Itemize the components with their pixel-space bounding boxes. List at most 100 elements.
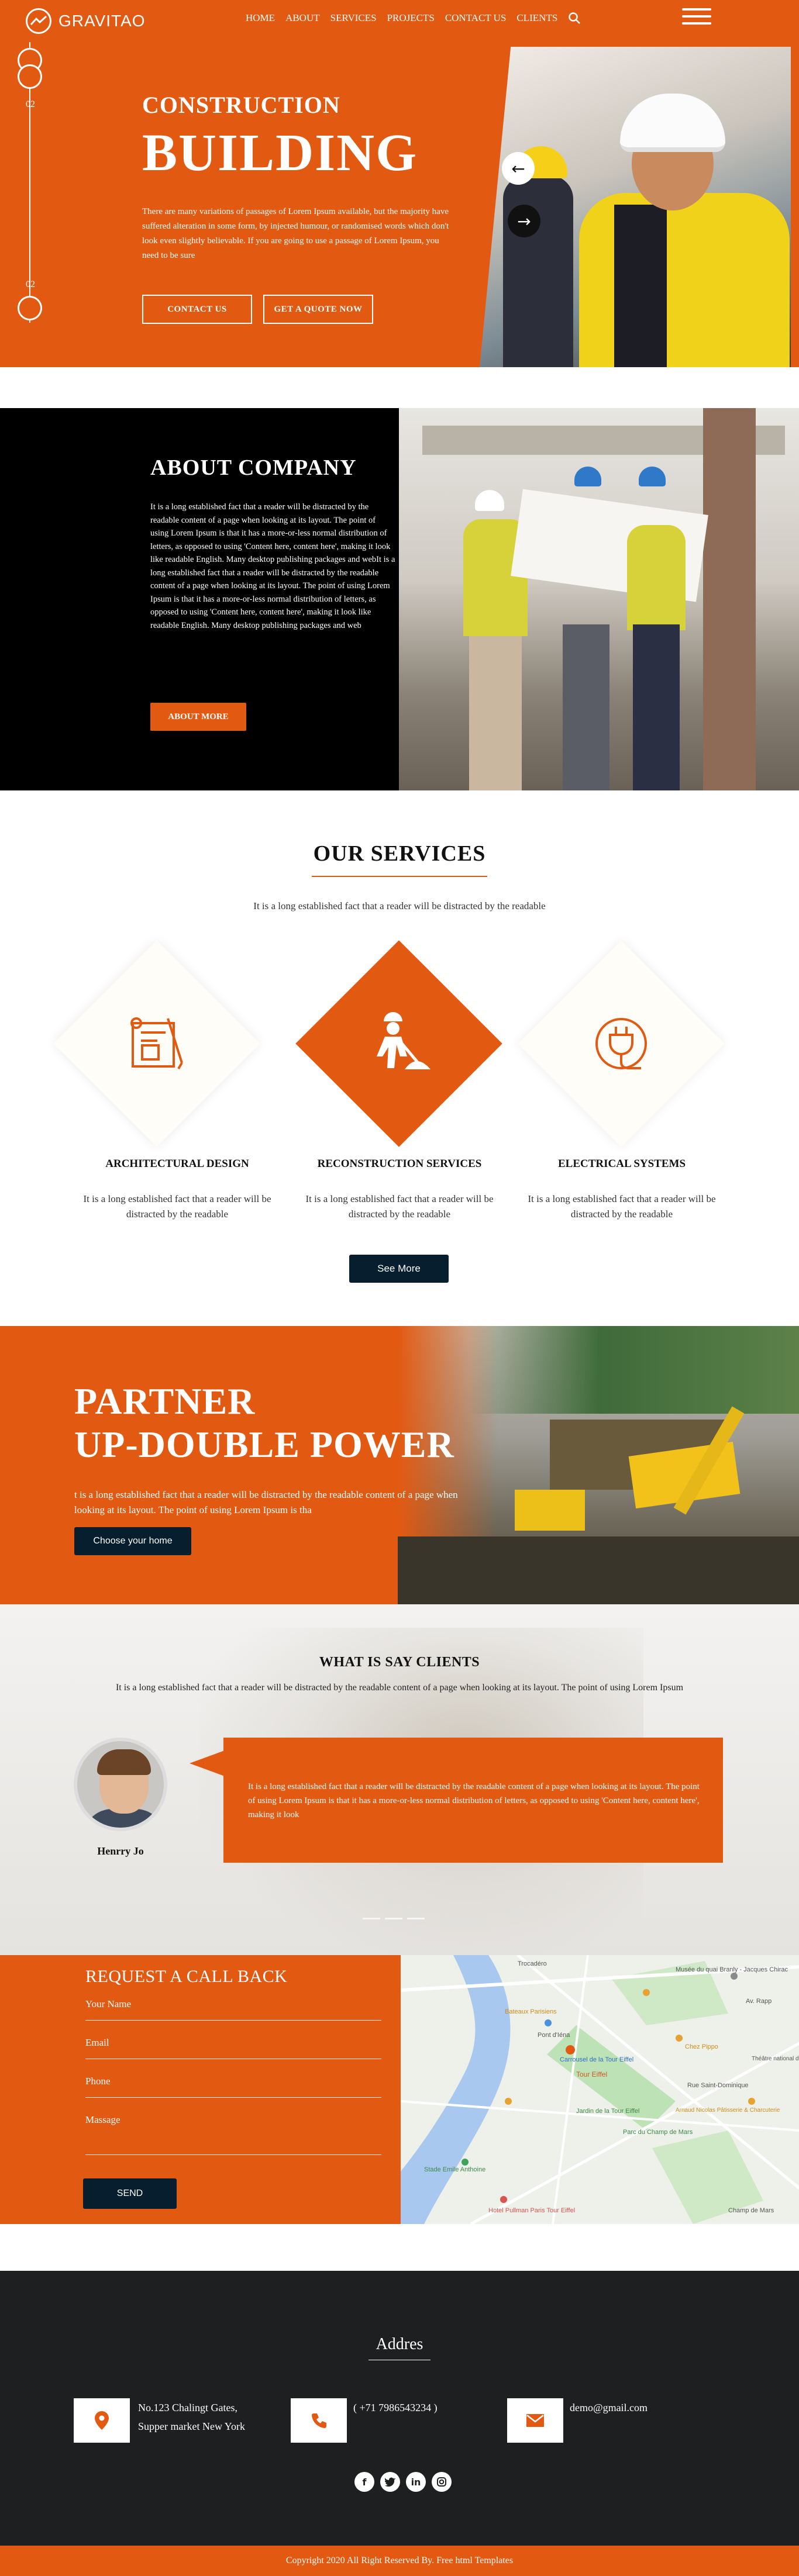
map-label: Chez Pippo xyxy=(685,2043,718,2050)
services-title: OUR SERVICES xyxy=(313,841,486,866)
service-title-reconstruction: RECONSTRUCTION SERVICES xyxy=(317,1158,482,1170)
social-links: f in xyxy=(354,2472,452,2492)
map-label: Av. Rapp xyxy=(746,1998,772,2005)
partner-title: PARTNER UP-DOUBLE POWER xyxy=(74,1380,454,1466)
choose-home-button[interactable]: Choose your home xyxy=(74,1527,191,1555)
map-label: Parc du Champ de Mars xyxy=(623,2129,693,2136)
get-quote-button[interactable]: GET A QUOTE NOW xyxy=(263,295,373,324)
slide-number-bottom: 02 xyxy=(26,279,35,289)
map-label: Champ de Mars xyxy=(728,2207,774,2214)
service-text-architectural: It is a long established fact that a rea… xyxy=(83,1193,271,1220)
hero-text: There are many variations of passages of… xyxy=(142,207,449,260)
map-label: Rue Saint-Dominique xyxy=(687,2082,749,2089)
services-title-underline xyxy=(312,876,487,877)
carousel-dots[interactable] xyxy=(363,1918,425,1919)
partner-text: t is a long established fact that a read… xyxy=(74,1489,458,1515)
location-pin-icon xyxy=(74,2398,130,2443)
clients-section: WHAT IS SAY CLIENTS It is a long establi… xyxy=(0,1604,799,1955)
name-field[interactable]: Your Name xyxy=(85,1991,381,2021)
map-label: Tour Eiffel xyxy=(576,2070,607,2078)
service-text-electrical: It is a long established fact that a rea… xyxy=(528,1193,716,1220)
location-map[interactable]: Trocadéro Musée du quai Branly - Jacques… xyxy=(399,1955,799,2224)
twitter-icon[interactable] xyxy=(380,2472,400,2492)
arrow-right-icon[interactable]: → xyxy=(508,205,540,237)
clients-title: WHAT IS SAY CLIENTS xyxy=(319,1655,480,1670)
arrow-left-icon[interactable]: ← xyxy=(502,152,535,185)
email-field[interactable]: Email xyxy=(85,2030,381,2059)
address-text: No.123 Chalingt Gates, Supper market New… xyxy=(138,2402,245,2432)
slide-indicator-ring[interactable] xyxy=(18,296,42,320)
brand-name: GRAVITAO xyxy=(58,12,146,30)
map-canvas: Trocadéro Musée du quai Branly - Jacques… xyxy=(401,1955,799,2224)
service-text-reconstruction: It is a long established fact that a rea… xyxy=(305,1193,494,1220)
client-name: Henrry Jo xyxy=(97,1845,144,1857)
see-more-button[interactable]: See More xyxy=(349,1255,449,1283)
instagram-icon[interactable] xyxy=(432,2472,452,2492)
construction-site-photo xyxy=(398,1326,799,1604)
slide-number-top: 02 xyxy=(26,99,35,109)
message-field[interactable]: Massage xyxy=(85,2107,381,2155)
clients-subtitle: It is a long established fact that a rea… xyxy=(115,1683,684,1693)
about-more-button[interactable]: ABOUT MORE xyxy=(150,703,246,731)
partner-title-line1: PARTNER xyxy=(74,1380,256,1422)
about-engineers-photo xyxy=(399,408,799,790)
quote-bubble: It is a long established fact that a rea… xyxy=(223,1738,723,1863)
contact-section: REQUEST A CALL BACK Your Name Email Phon… xyxy=(0,1955,799,2224)
services-section: OUR SERVICES It is a long established fa… xyxy=(0,790,799,1326)
map-label: Théâtre national de Chaillot xyxy=(752,2056,799,2062)
service-title-architectural: ARCHITECTURAL DESIGN xyxy=(105,1158,249,1170)
partner-title-line2: UP-DOUBLE POWER xyxy=(74,1424,454,1465)
mail-icon xyxy=(507,2398,563,2443)
copyright-text: Copyright 2020 All Right Reserved By. Fr… xyxy=(285,2556,514,2565)
map-label: Hotel Pullman Paris Tour Eiffel xyxy=(488,2207,575,2214)
blueprint-icon xyxy=(122,1009,192,1079)
send-button[interactable]: SEND xyxy=(83,2178,177,2209)
copyright-bar: Copyright 2020 All Right Reserved By. Fr… xyxy=(0,2546,799,2576)
logo-mark-icon xyxy=(26,8,51,34)
map-label: Pont d'Iéna xyxy=(538,2032,570,2039)
contact-us-button[interactable]: CONTACT US xyxy=(142,295,252,324)
facebook-icon[interactable]: f xyxy=(354,2472,374,2492)
footer-section: Addres No.123 Chalingt Gates, Supper mar… xyxy=(0,2271,799,2546)
client-quote: It is a long established fact that a rea… xyxy=(248,1782,700,1819)
slide-indicator-ring[interactable] xyxy=(18,64,42,89)
phone-icon xyxy=(291,2398,347,2443)
nav-home[interactable]: HOME xyxy=(246,12,275,24)
service-title-electrical: ELECTRICAL SYSTEMS xyxy=(557,1158,686,1170)
email-text[interactable]: demo@gmail.com xyxy=(570,2398,648,2417)
nav-about[interactable]: ABOUT xyxy=(285,12,320,24)
client-avatar xyxy=(74,1738,167,1831)
services-subtitle: It is a long established fact that a rea… xyxy=(253,900,546,911)
about-text: It is a long established fact that a rea… xyxy=(150,502,395,630)
map-label: Musée du quai Branly - Jacques Chirac xyxy=(676,1966,788,1973)
hero-subtitle: CONSTRUCTION xyxy=(142,92,340,118)
brand-logo[interactable]: GRAVITAO xyxy=(26,8,146,34)
form-title: REQUEST A CALL BACK xyxy=(85,1967,288,1986)
phone-text[interactable]: ( +71 7986543234 ) xyxy=(353,2398,438,2417)
about-section: ABOUT COMPANY It is a long established f… xyxy=(0,408,799,790)
partner-section: PARTNER UP-DOUBLE POWER t is a long esta… xyxy=(0,1326,799,1604)
map-label: Jardin de la Tour Eiffel xyxy=(576,2108,639,2115)
main-nav: HOME ABOUT SERVICES PROJECTS CONTACT US … xyxy=(246,12,581,25)
nav-services[interactable]: SERVICES xyxy=(330,12,377,24)
nav-contact-us[interactable]: CONTACT US xyxy=(445,12,507,24)
quote-bubble-tail xyxy=(190,1750,225,1776)
phone-field[interactable]: Phone xyxy=(85,2069,381,2098)
nav-clients[interactable]: CLIENTS xyxy=(516,12,557,24)
electric-plug-icon xyxy=(586,1009,656,1079)
map-label: Carrousel de la Tour Eiffel xyxy=(560,2056,633,2063)
hero-section: GRAVITAO HOME ABOUT SERVICES PROJECTS CO… xyxy=(0,0,799,367)
worker-shovel-icon xyxy=(364,1009,434,1079)
map-label: Arnaud Nicolas Pâtisserie & Charcuterie xyxy=(676,2107,780,2114)
request-callback-form: REQUEST A CALL BACK Your Name Email Phon… xyxy=(0,1955,399,2224)
map-label: Trocadéro xyxy=(518,1960,547,1967)
map-label: Stade Emile Anthoine xyxy=(424,2166,485,2173)
linkedin-icon[interactable]: in xyxy=(406,2472,426,2492)
nav-projects[interactable]: PROJECTS xyxy=(387,12,435,24)
hamburger-icon[interactable] xyxy=(682,8,711,28)
address-title: Addres xyxy=(376,2335,423,2353)
hero-title: BUILDING xyxy=(142,124,418,182)
about-title: ABOUT COMPANY xyxy=(150,455,357,480)
map-label: Bateaux Parisiens xyxy=(505,2008,557,2015)
search-icon[interactable] xyxy=(568,12,581,25)
